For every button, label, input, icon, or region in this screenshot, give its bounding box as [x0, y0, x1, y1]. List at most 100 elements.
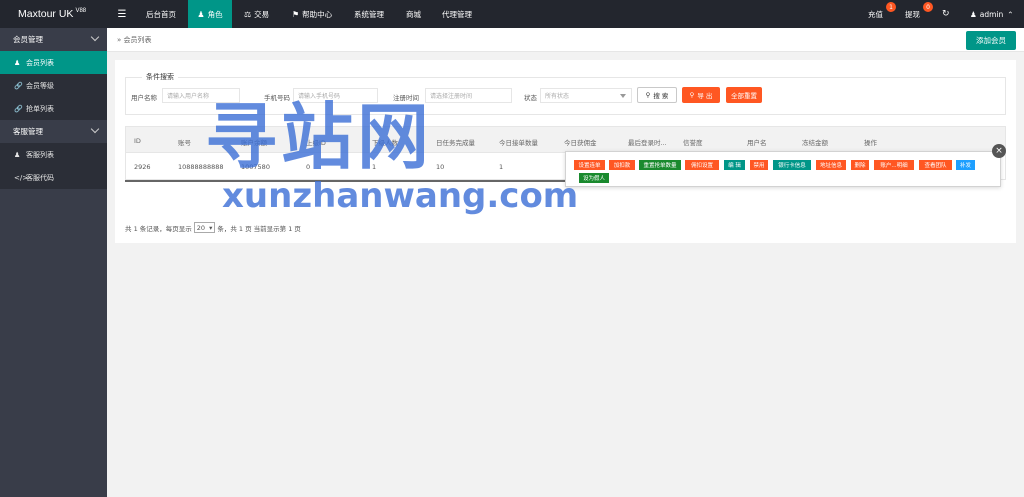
- pager-text-2: 条，共 1 页 当前显示第 1 页: [217, 224, 301, 233]
- nav-home-label: 后台首页: [146, 9, 176, 19]
- sidebar-item-label: 客服列表: [26, 150, 54, 159]
- status-label: 状态: [524, 94, 537, 102]
- set-chain-order-button[interactable]: 设置连单: [574, 160, 605, 170]
- reissue-button[interactable]: 补发: [956, 160, 975, 170]
- top-bar: Maxtour UK V88 ☰ 后台首页 ♟ 角色 ⚖ 交易 ⚑ 帮助中心 系统管理 …: [0, 0, 1024, 28]
- watermark-en: xunzhanwang.com: [222, 176, 579, 216]
- sidebar-item-member-level[interactable]: 🔗 会员等级: [0, 74, 107, 97]
- search-icon: ⚲: [645, 91, 651, 99]
- th-account: 账号: [178, 139, 191, 147]
- sidebar-item-label: 客服代码: [26, 173, 54, 182]
- search-icon: ⚲: [689, 91, 695, 99]
- close-icon[interactable]: ×: [992, 144, 1006, 158]
- sidebar-item-member-list[interactable]: ♟ 会员列表: [0, 51, 107, 74]
- link-icon: 🔗: [14, 104, 23, 113]
- recharge-badge: 1: [886, 2, 896, 12]
- nav-system-label: 系统管理: [354, 9, 384, 19]
- nav-trade[interactable]: ⚖ 交易: [244, 0, 269, 28]
- reset-all-button[interactable]: 全部重置: [726, 87, 762, 103]
- address-info-button[interactable]: 地址信息: [816, 160, 846, 170]
- bank-icon: ⚖: [244, 9, 252, 19]
- nav-help-label: 帮助中心: [302, 9, 333, 19]
- recharge-label: 充值: [868, 9, 883, 19]
- td-today-orders: 1: [499, 163, 504, 171]
- nav-shop[interactable]: 商城: [406, 0, 421, 28]
- sidebar-group-service[interactable]: 客服管理: [0, 120, 107, 143]
- th-today-commission: 今日获佣金: [564, 139, 597, 147]
- user-icon: ♟: [14, 58, 21, 67]
- th-id: ID: [134, 137, 141, 145]
- logo-version: V88: [75, 8, 87, 14]
- breadcrumb-bar: » 会员列表 添加会员: [107, 28, 1024, 52]
- caret-down-icon: [620, 94, 626, 98]
- td-id: 2926: [134, 163, 151, 171]
- users-icon: ♟: [14, 150, 21, 159]
- search-button-label: 搜 索: [653, 92, 669, 100]
- withdraw-badge: 0: [923, 2, 933, 12]
- edit-button[interactable]: 编 辑: [724, 160, 745, 170]
- withdraw-link[interactable]: 提现: [905, 0, 920, 28]
- export-button[interactable]: ⚲ 导 出: [682, 87, 720, 103]
- chevron-down-icon: [90, 124, 100, 134]
- sidebar-item-label: 会员等级: [26, 81, 54, 90]
- logo-text: Maxtour UK: [18, 8, 74, 20]
- set-fake-user-button[interactable]: 设为假人: [579, 173, 609, 183]
- th-frozen: 冻结金额: [802, 139, 828, 147]
- caret-down-icon: ▾: [209, 223, 213, 232]
- th-daily-tasks: 日任务完成量: [436, 139, 475, 147]
- row-actions-popup: 设置连单 加扣款 重置抢单数量 佣扣设置 编 辑 禁用 银行卡信息 地址信息 删…: [565, 151, 1001, 187]
- sidebar-item-order-list[interactable]: 🔗 抢单列表: [0, 97, 107, 120]
- page-size-select[interactable]: 20 ▾: [193, 222, 216, 233]
- sidebar-item-service-list[interactable]: ♟ 客服列表: [0, 143, 107, 166]
- th-actions: 操作: [864, 139, 877, 147]
- nav-agent[interactable]: 代理管理: [442, 0, 472, 28]
- bank-card-info-button[interactable]: 银行卡信息: [773, 160, 811, 170]
- add-member-button[interactable]: 添加会员: [966, 31, 1016, 50]
- search-legend: 条件搜索: [142, 72, 178, 82]
- search-button[interactable]: ⚲ 搜 索: [637, 87, 677, 103]
- pagination: 共 1 条记录，每页显示 20 ▾ 条，共 1 页 当前显示第 1 页: [125, 222, 301, 233]
- delete-button[interactable]: 删除: [851, 160, 869, 170]
- nav-trade-label: 交易: [254, 9, 270, 19]
- disable-button[interactable]: 禁用: [750, 160, 768, 170]
- app-logo[interactable]: Maxtour UK V88: [0, 0, 107, 28]
- code-icon: </>: [14, 173, 29, 182]
- pager-text-1: 共 1 条记录，每页显示: [125, 224, 192, 233]
- withdraw-label: 提现: [905, 9, 920, 19]
- adjust-balance-button[interactable]: 加扣款: [609, 160, 635, 170]
- nav-role-label: 角色: [207, 9, 223, 19]
- refresh-icon[interactable]: ↻: [942, 0, 950, 28]
- th-today-orders: 今日接单数量: [499, 139, 538, 147]
- link-icon: 🔗: [14, 81, 23, 90]
- nav-system[interactable]: 系统管理: [354, 0, 384, 28]
- username-label: 用户名称: [131, 94, 157, 102]
- nav-help[interactable]: ⚑ 帮助中心: [292, 0, 332, 28]
- status-value: 所有状态: [545, 93, 570, 100]
- nav-home[interactable]: 后台首页: [146, 0, 176, 28]
- sidebar-group-members[interactable]: 会员管理: [0, 28, 107, 51]
- sidebar: 会员管理 ♟ 会员列表 🔗 会员等级 🔗 抢单列表 客服管理 ♟ 客服列表 </> 客服代…: [0, 28, 107, 497]
- sidebar-item-label: 抢单列表: [26, 104, 54, 113]
- account-detail-button[interactable]: 账户...明细: [874, 160, 914, 170]
- menu-toggle-icon[interactable]: ☰: [112, 0, 132, 28]
- chevron-up-icon: ⌃: [1007, 9, 1014, 19]
- sidebar-group-label: 会员管理: [13, 35, 43, 44]
- user-name: admin: [979, 9, 1004, 19]
- nav-agent-label: 代理管理: [442, 9, 472, 19]
- nav-shop-label: 商城: [406, 9, 421, 19]
- recharge-link[interactable]: 充值: [868, 0, 883, 28]
- th-username: 用户名: [747, 139, 767, 147]
- reset-order-count-button[interactable]: 重置抢单数量: [639, 160, 681, 170]
- breadcrumb-current: 会员列表: [123, 36, 152, 44]
- breadcrumb: » 会员列表: [117, 35, 152, 45]
- user-icon: ♟: [197, 9, 205, 19]
- commission-settings-button[interactable]: 佣扣设置: [685, 160, 719, 170]
- sidebar-item-service-code[interactable]: </> 客服代码: [0, 166, 107, 189]
- th-last-login: 最后登录时...: [628, 139, 667, 147]
- view-team-button[interactable]: 查看团队: [919, 160, 952, 170]
- nav-role[interactable]: ♟ 角色: [188, 0, 232, 28]
- regtime-input[interactable]: 请选择注册时间: [425, 88, 512, 103]
- sidebar-group-label: 客服管理: [13, 127, 43, 136]
- status-select[interactable]: 所有状态: [540, 88, 632, 103]
- user-menu[interactable]: ♟ admin ⌃: [970, 0, 1014, 28]
